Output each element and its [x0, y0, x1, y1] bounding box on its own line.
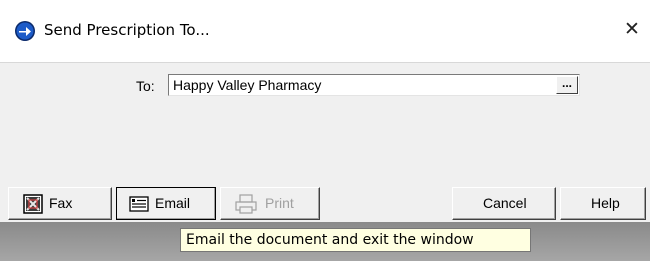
- to-field[interactable]: Happy Valley Pharmacy ...: [168, 74, 580, 96]
- window-title: Send Prescription To...: [44, 21, 210, 39]
- help-button[interactable]: Help: [560, 187, 646, 220]
- close-icon: ✕: [624, 18, 640, 40]
- email-tooltip: Email the document and exit the window: [180, 228, 531, 252]
- cancel-label: Cancel: [483, 195, 527, 211]
- email-icon: [129, 196, 149, 212]
- fax-button[interactable]: Fax: [8, 187, 112, 220]
- browse-button[interactable]: ...: [556, 76, 578, 94]
- fax-label: Fax: [49, 195, 73, 211]
- to-value: Happy Valley Pharmacy: [173, 77, 322, 93]
- close-button[interactable]: ✕: [620, 16, 644, 42]
- email-label: Email: [155, 195, 191, 211]
- printer-icon: [235, 194, 257, 214]
- title-bar: Send Prescription To... ✕: [0, 0, 650, 62]
- to-label: To:: [136, 78, 155, 94]
- fax-icon: [23, 194, 43, 214]
- app-icon: [15, 21, 35, 41]
- help-label: Help: [591, 195, 620, 211]
- email-button[interactable]: Email: [116, 187, 216, 220]
- cancel-button[interactable]: Cancel: [452, 187, 556, 220]
- print-button[interactable]: Print: [220, 187, 320, 220]
- print-label: Print: [265, 195, 294, 211]
